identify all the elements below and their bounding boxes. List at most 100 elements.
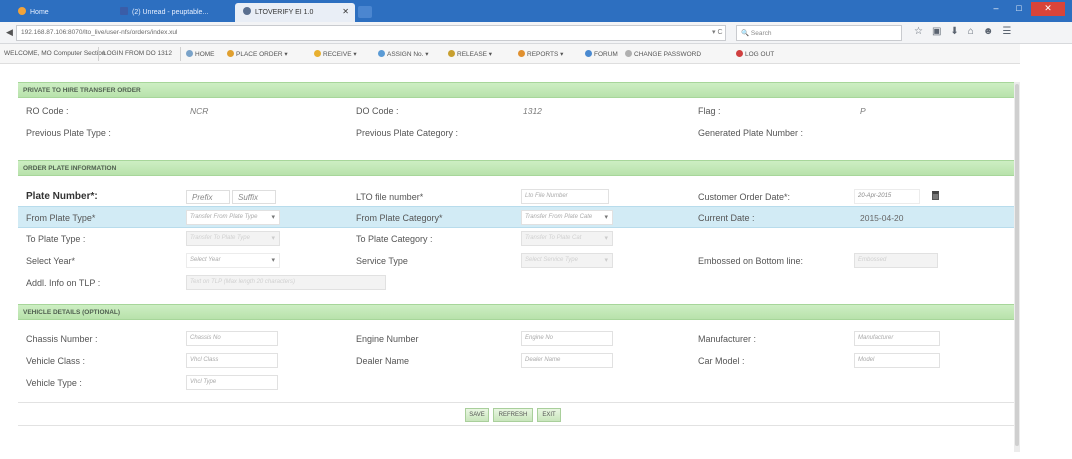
- lto-file-number-label: LTO file number*: [356, 192, 424, 202]
- page-scrollbar[interactable]: [1014, 82, 1020, 452]
- close-tab-icon[interactable]: ✕: [342, 7, 349, 16]
- service-type-select[interactable]: Select Service Type ▾: [521, 253, 613, 268]
- reports-icon: [518, 50, 525, 57]
- vehicle-type-input[interactable]: Vhcl Type: [186, 375, 278, 390]
- do-code-label: DO Code :: [356, 106, 399, 116]
- menu-label: CHANGE PASSWORD: [634, 51, 702, 58]
- menu-assign[interactable]: ASSIGN No. ▾: [378, 50, 429, 58]
- scrollbar-thumb[interactable]: [1015, 84, 1019, 446]
- browser-tab-active[interactable]: LTOVERIFY EI 1.0 ✕: [235, 3, 355, 22]
- app-top-menu: WELCOME, MO Computer Section LOGIN FROM …: [0, 44, 1020, 64]
- save-button[interactable]: SAVE: [465, 408, 489, 422]
- back-arrow-icon[interactable]: ◀: [6, 27, 13, 38]
- previous-plate-type-label: Previous Plate Type :: [26, 128, 111, 138]
- menu-release[interactable]: RELEASE ▾: [448, 50, 492, 58]
- flag-value: P: [860, 106, 866, 116]
- exit-button[interactable]: EXIT: [537, 408, 561, 422]
- menu-forum[interactable]: FORUM: [585, 50, 618, 58]
- embossed-bottom-line-input[interactable]: Embossed: [854, 253, 938, 268]
- menu-label: PLACE ORDER ▾: [236, 51, 288, 58]
- refresh-button[interactable]: REFRESH: [493, 408, 533, 422]
- plate-suffix-input[interactable]: Suffix: [232, 190, 276, 204]
- welcome-text: WELCOME, MO Computer Section: [4, 50, 106, 57]
- select-value: Select Service Type: [525, 257, 578, 263]
- vehicle-class-input[interactable]: Vhcl Class: [186, 353, 278, 368]
- browser-tab-bar: Home (2) Unread - peuptable... LTOVERIFY…: [0, 0, 1072, 22]
- menu-logout[interactable]: LOG OUT: [736, 50, 774, 58]
- maximize-icon[interactable]: □: [1008, 2, 1030, 16]
- ro-code-label: RO Code :: [26, 106, 69, 116]
- to-plate-type-select[interactable]: Transfer To Plate Type ▾: [186, 231, 280, 246]
- dropdown-arrow-icon: ▾: [271, 235, 275, 242]
- address-bar[interactable]: 192.168.87.106:8070/lto_live/user-nfs/or…: [16, 25, 726, 41]
- menu-label: LOG OUT: [745, 51, 775, 58]
- car-model-label: Car Model :: [698, 356, 745, 366]
- previous-plate-category-label: Previous Plate Category :: [356, 128, 459, 138]
- generated-plate-number-label: Generated Plate Number :: [698, 128, 804, 138]
- to-plate-category-select[interactable]: Transfer To Plate Cat ▾: [521, 231, 613, 246]
- section-header-order-plate: ORDER PLATE INFORMATION: [18, 160, 1014, 176]
- menu-divider: [180, 47, 181, 61]
- forum-icon: [585, 50, 592, 57]
- browser-search-input[interactable]: 🔍 Search: [736, 25, 902, 41]
- manufacturer-input[interactable]: Manufacturer: [854, 331, 940, 346]
- engine-number-input[interactable]: Engine No: [521, 331, 613, 346]
- ro-code-value: NCR: [190, 106, 209, 116]
- calendar-icon[interactable]: [932, 191, 939, 200]
- car-model-input[interactable]: Model: [854, 353, 940, 368]
- menu-label: ASSIGN No. ▾: [387, 51, 429, 58]
- browser-tab-mail[interactable]: (2) Unread - peuptable...: [112, 3, 232, 22]
- engine-number-label: Engine Number: [356, 334, 419, 344]
- assign-icon: [378, 50, 385, 57]
- menu-receive[interactable]: RECEIVE ▾: [314, 50, 357, 58]
- form-row-previous: Previous Plate Type : Previous Plate Cat…: [18, 122, 1014, 144]
- manufacturer-label: Manufacturer :: [698, 334, 757, 344]
- menu-label: REPORTS ▾: [527, 51, 564, 58]
- select-value: Transfer To Plate Cat: [525, 235, 582, 241]
- menu-label: RELEASE ▾: [457, 51, 493, 58]
- chassis-number-label: Chassis Number :: [26, 334, 98, 344]
- from-plate-category-select[interactable]: Transfer From Plate Cate ▾: [521, 210, 613, 225]
- form-button-bar: SAVE REFRESH EXIT: [18, 402, 1014, 426]
- menu-divider: [98, 47, 99, 61]
- menu-reports[interactable]: REPORTS ▾: [518, 50, 563, 58]
- mail-tab-favicon-icon: [120, 7, 128, 15]
- menu-place-order[interactable]: PLACE ORDER ▾: [227, 50, 288, 58]
- addl-info-input[interactable]: Text on TLP (Max length 20 characters): [186, 275, 386, 290]
- plate-prefix-input[interactable]: Prefix: [186, 190, 230, 204]
- reload-icon[interactable]: ▾ C: [712, 28, 723, 36]
- form-row-addl-info: Addl. Info on TLP : Text on TLP (Max len…: [18, 272, 1014, 294]
- select-year-label: Select Year*: [26, 256, 76, 266]
- service-type-label: Service Type: [356, 256, 408, 266]
- select-value: Transfer From Plate Cate: [525, 214, 593, 220]
- from-plate-type-label: From Plate Type*: [26, 213, 96, 223]
- dropdown-arrow-icon: ▾: [604, 235, 608, 242]
- embossed-bottom-line-label: Embossed on Bottom line:: [698, 256, 804, 266]
- window-close-icon[interactable]: ✕: [1031, 2, 1065, 16]
- login-from-text: LOGIN FROM DO 1312: [103, 50, 172, 57]
- menu-change-password[interactable]: CHANGE PASSWORD: [625, 50, 701, 58]
- tab-label: (2) Unread - peuptable...: [132, 9, 209, 16]
- app-tab-favicon-icon: [243, 7, 251, 15]
- dealer-name-input[interactable]: Dealer Name: [521, 353, 613, 368]
- form-row-codes: RO Code : NCR DO Code : 1312 Flag : P: [18, 100, 1014, 122]
- tab-label: LTOVERIFY EI 1.0: [255, 9, 314, 16]
- form-row-from-plate: From Plate Type* Transfer From Plate Typ…: [18, 206, 1014, 228]
- customer-order-date-input[interactable]: 20-Apr-2015: [854, 189, 920, 204]
- order-icon: [227, 50, 234, 57]
- to-plate-type-label: To Plate Type :: [26, 234, 86, 244]
- plate-number-label: Plate Number*:: [26, 191, 98, 202]
- from-plate-type-select[interactable]: Transfer From Plate Type ▾: [186, 210, 280, 225]
- menu-home[interactable]: HOME: [186, 50, 215, 58]
- browser-toolbar-icons[interactable]: ☆▣⬇⌂☻☰: [914, 26, 1020, 37]
- minimize-icon[interactable]: –: [985, 2, 1007, 16]
- receive-icon: [314, 50, 321, 57]
- select-year-select[interactable]: Select Year ▾: [186, 253, 280, 268]
- dropdown-arrow-icon: ▾: [271, 214, 275, 221]
- browser-tab-home[interactable]: Home: [10, 3, 110, 22]
- logout-icon: [736, 50, 743, 57]
- form-row-year-service: Select Year* Select Year ▾ Service Type S…: [18, 250, 1014, 272]
- lto-file-number-input[interactable]: Lto File Number: [521, 189, 609, 204]
- new-tab-button[interactable]: [358, 6, 372, 18]
- chassis-number-input[interactable]: Chassis No: [186, 331, 278, 346]
